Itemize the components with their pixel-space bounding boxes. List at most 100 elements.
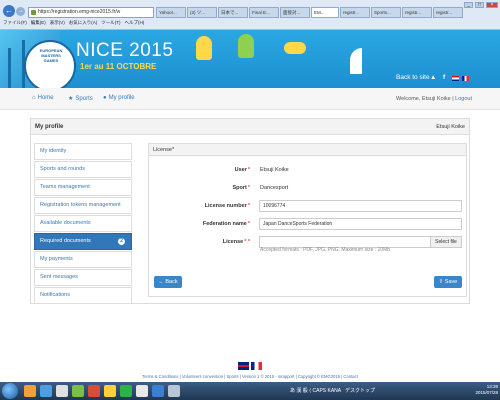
sidebar-item-teams[interactable]: Teams management (34, 179, 132, 196)
sidebar-item-tokens[interactable]: Registration tokens management (34, 197, 132, 214)
facebook-icon[interactable]: f (443, 74, 445, 81)
address-text: https://registration.emg-nice2015.fr/w (38, 9, 121, 15)
license-form: License* User* Etsuji Koike Sport* Dance… (148, 143, 467, 297)
nav-home-label: Home (37, 95, 54, 101)
uk-flag-icon[interactable] (452, 76, 459, 81)
browser-tab[interactable]: registr... (402, 7, 432, 18)
address-bar[interactable]: https://registration.emg-nice2015.fr/w (28, 7, 154, 18)
license-file-label-text: License (222, 239, 244, 245)
media-icon[interactable] (56, 385, 68, 397)
start-button-icon[interactable] (2, 383, 18, 399)
sport-label: Sport* (232, 185, 250, 191)
line-icon[interactable] (120, 385, 132, 397)
panel-user-name: Etsuji Koike (436, 124, 465, 130)
license-number-input[interactable]: 10096774 (259, 200, 462, 212)
french-flag-icon[interactable] (462, 76, 469, 81)
system-clock[interactable]: 13:39 2015/07/28 (475, 384, 498, 396)
uk-flag-icon[interactable] (238, 362, 249, 370)
palm-trunk (8, 48, 11, 88)
desktop-label: デスクトップ (345, 388, 376, 394)
user-row: User* Etsuji Koike (149, 164, 466, 176)
nav-sports[interactable]: ★ Sports (68, 95, 93, 102)
nav-profile[interactable]: ● My profile (103, 95, 135, 101)
cyclist-figure (238, 34, 254, 58)
browser-tab[interactable]: 日本で... (218, 7, 248, 18)
menu-tools[interactable]: ツール(T) (101, 20, 120, 26)
back-button[interactable]: ← Back (154, 276, 182, 288)
count-badge: 2 (118, 238, 125, 245)
sailboat-figure (350, 48, 362, 74)
accepted-formats-hint: Accepted formats : PDF, JPG, PNG. Maximu… (260, 247, 391, 253)
minimize-icon[interactable]: _ (464, 2, 473, 8)
ime-indicator[interactable]: あ 漢 般 ⟨ CAPS KANA デスクトップ (290, 387, 375, 394)
federation-input[interactable]: Japan DanceSports Federation (259, 218, 462, 230)
forward-arrow-icon[interactable]: → (16, 7, 25, 16)
maximize-icon[interactable]: □ (475, 2, 484, 8)
french-flag-icon[interactable] (251, 362, 262, 370)
close-icon[interactable]: × (486, 2, 498, 8)
browser-tab[interactable]: 面接対... (280, 7, 310, 18)
panel-header: My profile Etsuji Koike (31, 119, 469, 135)
menu-file[interactable]: ファイル(F) (3, 20, 27, 26)
window-controls: _ □ × (464, 2, 498, 8)
browser-tab[interactable]: registr... (340, 7, 370, 18)
sidebar-item-identity[interactable]: My identity (34, 143, 132, 160)
browser-tabs: Yahoo!... (3) ツ... 日本で... Final E... 面接対… (156, 7, 463, 18)
sidebar-item-available-docs[interactable]: Available documents (34, 215, 132, 232)
save-button-label: Save (444, 279, 458, 285)
license-number-label: License number* (205, 203, 250, 209)
menu-view[interactable]: 表示(V) (50, 20, 65, 26)
nav-profile-label: My profile (108, 95, 135, 101)
browser-tab[interactable]: Final E... (249, 7, 279, 18)
license-file-label: License* * (223, 239, 250, 245)
nav-home[interactable]: ⌂ Home (32, 95, 54, 101)
back-arrow-icon[interactable]: ← (3, 5, 15, 17)
required-marker: * (247, 167, 250, 173)
menu-help[interactable]: ヘルプ(H) (125, 20, 145, 26)
footer-links[interactable]: Terms & Conditions | Volunteers conventi… (0, 374, 500, 379)
browser-tab[interactable]: Sports... (371, 7, 401, 18)
license-number-label-text: License number (204, 203, 247, 209)
windows-taskbar: あ 漢 般 ⟨ CAPS KANA デスクトップ 13:39 2015/07/2… (0, 382, 500, 400)
menu-favorites[interactable]: お気に入り(A) (69, 20, 98, 26)
required-marker: * (247, 185, 250, 191)
browser-tab[interactable]: (3) ツ... (187, 7, 217, 18)
app-icon[interactable] (168, 385, 180, 397)
browser-tab-active[interactable]: EM... (311, 7, 339, 18)
select-file-button[interactable]: Select file (430, 236, 462, 248)
app-icon[interactable] (104, 385, 116, 397)
save-button[interactable]: ⇧ Save (434, 276, 462, 288)
twitter-icon[interactable]: ▲ (430, 74, 436, 81)
sidebar-item-notifications[interactable]: Notifications (34, 287, 132, 304)
ie-icon[interactable] (40, 385, 52, 397)
sport-row: Sport* Dancesport (149, 182, 466, 194)
sidebar-item-messages[interactable]: Sent messages (34, 269, 132, 286)
user-label: User* (235, 167, 250, 173)
user-label-text: User (234, 167, 247, 173)
browser-tab[interactable]: registr... (433, 7, 463, 18)
footer-language-flags (238, 362, 262, 370)
ime-text: あ 漢 般 ⟨ CAPS KANA (290, 388, 341, 394)
logo-text: EUROPEAN MASTERS GAMES (39, 48, 63, 63)
sidebar-item-payments[interactable]: My payments (34, 251, 132, 268)
sidebar-item-label: Required documents (40, 238, 91, 244)
app-icon[interactable] (152, 385, 164, 397)
explorer-icon[interactable] (24, 385, 36, 397)
clock-date: 2015/07/28 (475, 390, 498, 395)
license-number-row: License number* 10096774 (149, 200, 466, 212)
menu-bar: ファイル(F) 編集(E) 表示(V) お気に入り(A) ツール(T) ヘルプ(… (3, 20, 144, 26)
app-icon[interactable] (72, 385, 84, 397)
user-value: Etsuji Koike (260, 167, 289, 173)
lock-icon (31, 10, 36, 15)
browser-tab[interactable]: Yahoo!... (156, 7, 186, 18)
sidebar-item-required-docs[interactable]: Required documents 2 (34, 233, 132, 250)
menu-edit[interactable]: 編集(E) (31, 20, 46, 26)
sidebar-item-sports[interactable]: Sports and rounds (34, 161, 132, 178)
back-to-site-link[interactable]: Back to site (396, 74, 430, 81)
logout-link[interactable]: Logout (455, 96, 472, 102)
welcome-text: Welcome, Etsuji Koike | Logout (396, 96, 472, 102)
required-marker: * * (244, 239, 250, 245)
home-icon: ⌂ (32, 95, 36, 101)
app-icon[interactable] (88, 385, 100, 397)
app-icon[interactable] (136, 385, 148, 397)
